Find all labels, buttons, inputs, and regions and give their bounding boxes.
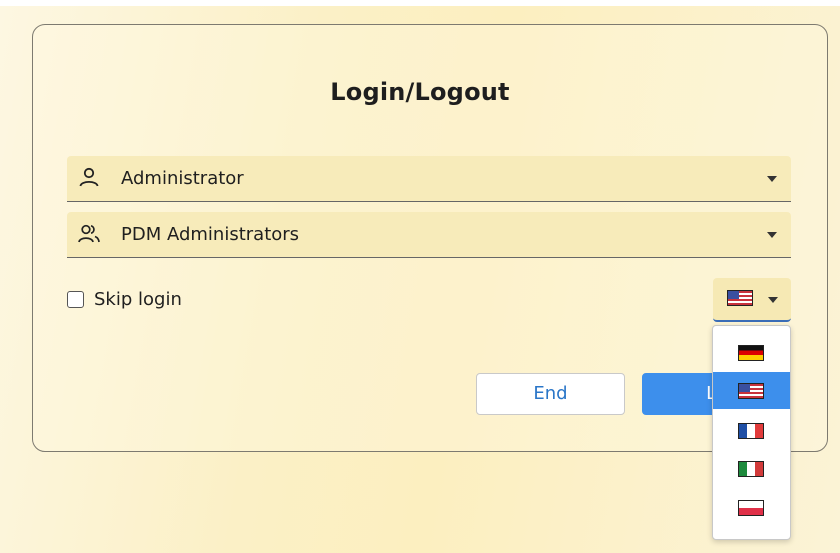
chevron-down-icon [767, 232, 777, 238]
group-select[interactable]: PDM Administrators [67, 212, 791, 258]
us-flag-icon [727, 290, 753, 306]
language-option-it[interactable] [713, 450, 790, 487]
user-icon [79, 167, 99, 187]
language-option-de[interactable] [713, 334, 790, 371]
group-select-value: PDM Administrators [121, 224, 300, 245]
fr-flag-icon [738, 423, 764, 439]
language-dropdown-menu [712, 325, 791, 540]
language-option-fr[interactable] [713, 412, 790, 449]
us-flag-icon [738, 383, 764, 399]
pl-flag-icon [738, 500, 764, 516]
language-option-pl[interactable] [713, 489, 790, 526]
user-select[interactable]: Administrator [67, 156, 791, 202]
users-group-icon [78, 224, 100, 243]
chevron-down-icon [767, 176, 777, 182]
language-option-us[interactable] [713, 372, 790, 409]
skip-login-label: Skip login [94, 289, 182, 310]
it-flag-icon [738, 461, 764, 477]
language-select[interactable] [713, 278, 791, 322]
chevron-down-icon [768, 297, 778, 303]
user-select-value: Administrator [121, 168, 244, 189]
end-button[interactable]: End [476, 373, 625, 415]
de-flag-icon [738, 345, 764, 361]
top-strip [0, 0, 840, 6]
checkbox-box[interactable] [67, 291, 84, 308]
dialog-title: Login/Logout [330, 78, 510, 106]
